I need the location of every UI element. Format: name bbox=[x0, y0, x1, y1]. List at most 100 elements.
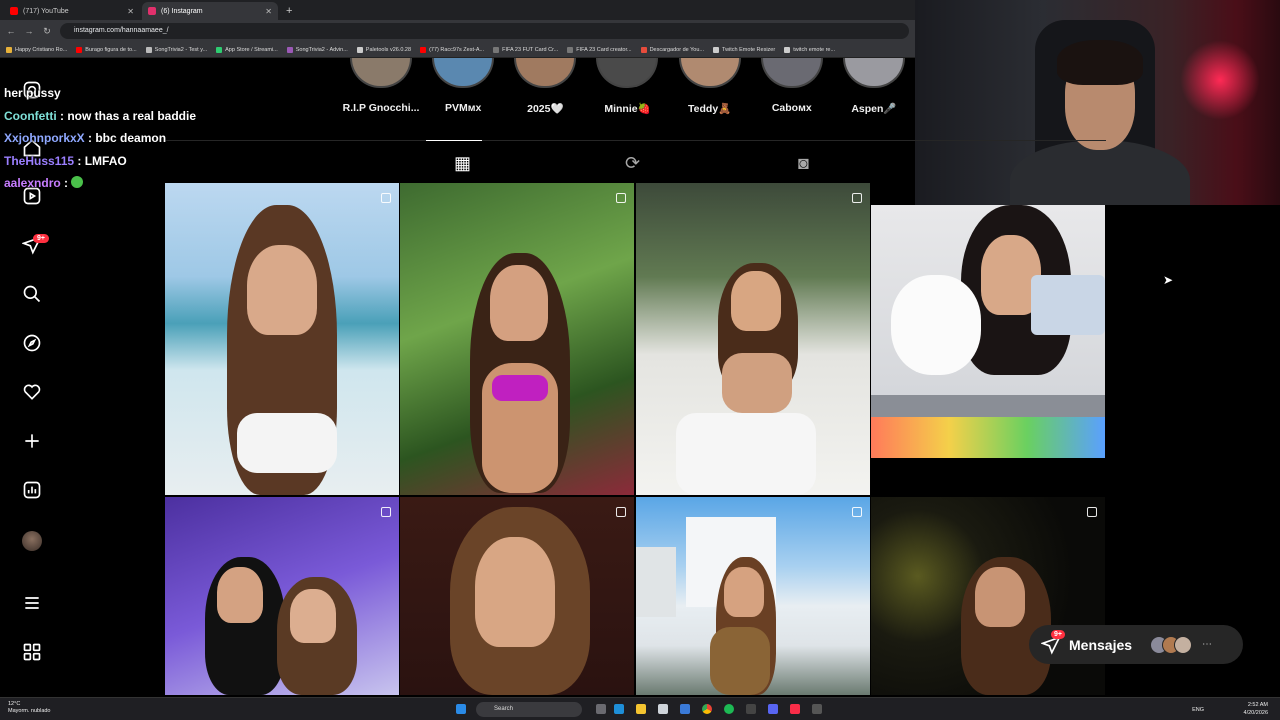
messages-floating-button[interactable]: 9+ Mensajes ⋯ bbox=[1029, 625, 1243, 664]
multi-post-icon bbox=[1087, 507, 1097, 517]
browser-tab-strip: (717) YouTube ✕ (6) Instagram ✕ + bbox=[0, 0, 915, 20]
dashboard-icon[interactable] bbox=[20, 480, 44, 504]
bookmark-item[interactable]: SongTrivia2 - Test y... bbox=[145, 46, 207, 53]
bookmark-item[interactable]: FIFA 23 FUT Card Cr... bbox=[493, 46, 559, 53]
highlight-label: 2025🤍 bbox=[527, 103, 564, 115]
chrome-icon[interactable] bbox=[702, 704, 712, 714]
story-highlights: R.I.P Gnocchi... PVMᴍx 2025🤍 Minnie🍓 Teddy🧸 C… bbox=[340, 58, 915, 120]
bookmark-item[interactable]: Burago figura de to... bbox=[76, 46, 137, 53]
bookmark-favicon-icon bbox=[216, 46, 223, 53]
chat-text: : bbc deamon bbox=[84, 131, 167, 145]
mail-icon[interactable] bbox=[680, 704, 690, 714]
menu-icon[interactable] bbox=[20, 593, 44, 617]
tagged-icon[interactable]: ◙ bbox=[798, 153, 809, 174]
bookmark-favicon-icon bbox=[286, 46, 293, 53]
spotify-icon[interactable] bbox=[724, 704, 734, 714]
bookmark-item[interactable]: twitch emote re... bbox=[784, 46, 835, 53]
post-thumbnail[interactable] bbox=[165, 183, 399, 495]
posts-grid bbox=[165, 183, 1106, 695]
message-avatars bbox=[1150, 635, 1193, 654]
search-icon[interactable] bbox=[20, 284, 44, 308]
story-highlight[interactable]: Teddy🧸 bbox=[669, 58, 751, 120]
bookmark-label: App Store / Streami... bbox=[225, 46, 278, 53]
forward-arrow-icon[interactable]: → bbox=[24, 26, 34, 36]
multi-post-icon bbox=[852, 507, 862, 517]
system-tray[interactable]: ENG 2:52 AM 4/20/2026 bbox=[1192, 701, 1268, 717]
story-highlight[interactable]: 2025🤍 bbox=[504, 58, 586, 120]
discord-icon[interactable] bbox=[768, 704, 778, 714]
story-highlight[interactable]: Aspen🎤 bbox=[833, 58, 915, 120]
avatar bbox=[1174, 635, 1193, 654]
bookmark-item[interactable]: App Store / Streami... bbox=[216, 46, 278, 53]
tab-instagram[interactable]: (6) Instagram ✕ bbox=[142, 2, 278, 20]
heart-icon[interactable] bbox=[20, 382, 44, 406]
bookmark-item[interactable]: Happy Cristiano Ro... bbox=[6, 46, 68, 53]
clock-time: 2:52 AM bbox=[1247, 702, 1268, 708]
multi-post-icon bbox=[381, 507, 391, 517]
bookmark-item[interactable]: Twitch Emote Resizer bbox=[713, 46, 775, 53]
story-highlight[interactable]: PVMᴍx bbox=[422, 58, 504, 120]
post-thumbnail[interactable] bbox=[636, 183, 870, 495]
bookmark-label: Happy Cristiano Ro... bbox=[15, 46, 68, 53]
highlight-cover bbox=[432, 58, 495, 88]
address-bar-row: ← → ↻ instagram.com/hannaamaee_/ bbox=[0, 20, 915, 42]
bookmark-label: FIFA 23 FUT Card Cr... bbox=[502, 46, 559, 53]
app-icon[interactable] bbox=[812, 704, 822, 714]
taskbar-search[interactable]: Search bbox=[476, 702, 582, 717]
close-tab-icon[interactable]: ✕ bbox=[127, 7, 134, 16]
explore-icon[interactable] bbox=[20, 333, 44, 357]
new-tab-button[interactable]: + bbox=[280, 2, 298, 20]
clock-date: 4/20/2026 bbox=[1243, 710, 1268, 716]
post-thumbnail[interactable] bbox=[636, 497, 870, 695]
chat-text: : LMFAO bbox=[74, 153, 127, 168]
chat-text: : bbox=[60, 176, 72, 190]
bookmark-favicon-icon bbox=[784, 46, 791, 53]
bookmark-item[interactable]: Paletools v26.0.28 bbox=[356, 46, 411, 53]
posts-grid-icon[interactable]: ▦ bbox=[425, 140, 483, 174]
chat-username: her pussy bbox=[4, 86, 61, 100]
multi-post-icon bbox=[852, 193, 862, 203]
story-highlight[interactable]: Minnie🍓 bbox=[586, 58, 668, 120]
post-thumbnail[interactable] bbox=[165, 497, 399, 695]
meta-apps-icon[interactable] bbox=[20, 642, 44, 666]
multi-post-icon bbox=[616, 193, 626, 203]
tab-youtube[interactable]: (717) YouTube ✕ bbox=[4, 2, 140, 20]
reposts-icon[interactable]: ⟳ bbox=[625, 153, 640, 174]
chat-message: her pussy bbox=[4, 82, 304, 105]
tab-title: (6) Instagram bbox=[161, 7, 203, 15]
weather-widget[interactable]: 12°C Mayorm. nublado bbox=[8, 701, 51, 715]
post-thumbnail[interactable] bbox=[400, 497, 634, 695]
chat-message: Coonfetti : now thas a real baddie bbox=[4, 105, 304, 128]
reload-icon[interactable]: ↻ bbox=[42, 26, 52, 37]
bookmark-item[interactable]: (77) Racc97s Zest-A... bbox=[420, 46, 484, 53]
obs-icon[interactable] bbox=[746, 704, 756, 714]
url-input[interactable]: instagram.com/hannaamaee_/ bbox=[60, 23, 909, 39]
bookmark-label: Descargador de You... bbox=[649, 46, 705, 53]
post-thumbnail[interactable] bbox=[871, 497, 1105, 695]
start-icon[interactable] bbox=[456, 704, 466, 714]
store-icon[interactable] bbox=[658, 704, 668, 714]
bookmark-label: FIFA 23 Card creator... bbox=[576, 46, 632, 53]
post-thumbnail[interactable] bbox=[871, 205, 1105, 458]
highlight-label: Aspen🎤 bbox=[851, 103, 897, 115]
more-icon: ⋯ bbox=[1202, 639, 1213, 650]
bookmark-item[interactable]: FIFA 23 Card creator... bbox=[567, 46, 632, 53]
close-tab-icon[interactable]: ✕ bbox=[265, 7, 272, 16]
post-thumbnail[interactable] bbox=[400, 183, 634, 495]
task-view-icon[interactable] bbox=[596, 704, 606, 714]
music-icon[interactable] bbox=[790, 704, 800, 714]
highlight-label: R.I.P Gnocchi... bbox=[342, 102, 420, 114]
bookmark-item[interactable]: SongTrivia2 - Advin... bbox=[286, 46, 348, 53]
highlight-cover bbox=[678, 58, 741, 88]
story-highlight[interactable]: Caboᴍx bbox=[751, 58, 833, 120]
profile-avatar[interactable] bbox=[20, 529, 44, 553]
edge-icon[interactable] bbox=[614, 704, 624, 714]
file-explorer-icon[interactable] bbox=[636, 704, 646, 714]
highlight-label: PVMᴍx bbox=[445, 102, 482, 114]
multi-post-icon bbox=[381, 193, 391, 203]
create-plus-icon[interactable] bbox=[20, 431, 44, 455]
weather-temp: 12°C bbox=[8, 701, 21, 707]
back-arrow-icon[interactable]: ← bbox=[6, 26, 16, 36]
story-highlight[interactable]: R.I.P Gnocchi... bbox=[340, 58, 422, 120]
bookmark-item[interactable]: Descargador de You... bbox=[640, 46, 705, 53]
